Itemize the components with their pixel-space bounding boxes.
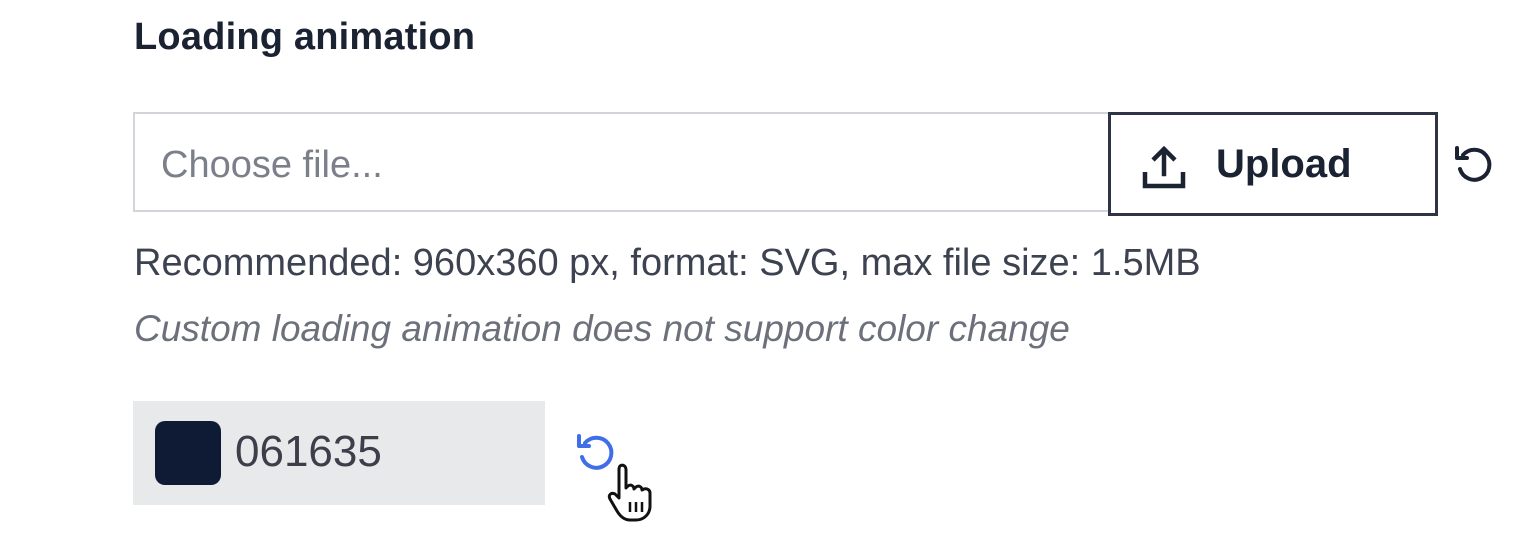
color-support-note: Custom loading animation does not suppor… bbox=[134, 308, 1070, 349]
reset-icon[interactable] bbox=[1451, 142, 1497, 188]
color-hex-value: 061635 bbox=[235, 427, 382, 476]
upload-button[interactable]: Upload bbox=[1108, 112, 1438, 216]
loading-animation-settings: Loading animation Choose file... Upload … bbox=[0, 0, 1528, 547]
upload-icon bbox=[1142, 145, 1186, 189]
file-input-placeholder: Choose file... bbox=[161, 144, 383, 186]
file-upload-row: Choose file... Upload bbox=[133, 112, 1438, 216]
color-picker-field[interactable]: 061635 bbox=[133, 401, 545, 505]
file-input[interactable]: Choose file... bbox=[133, 112, 1109, 212]
file-requirements-hint: Recommended: 960x360 px, format: SVG, ma… bbox=[134, 242, 1201, 284]
color-swatch[interactable] bbox=[155, 421, 221, 485]
pointer-hand-cursor-icon bbox=[607, 463, 652, 522]
upload-button-label: Upload bbox=[1216, 142, 1352, 186]
section-title: Loading animation bbox=[134, 16, 476, 58]
